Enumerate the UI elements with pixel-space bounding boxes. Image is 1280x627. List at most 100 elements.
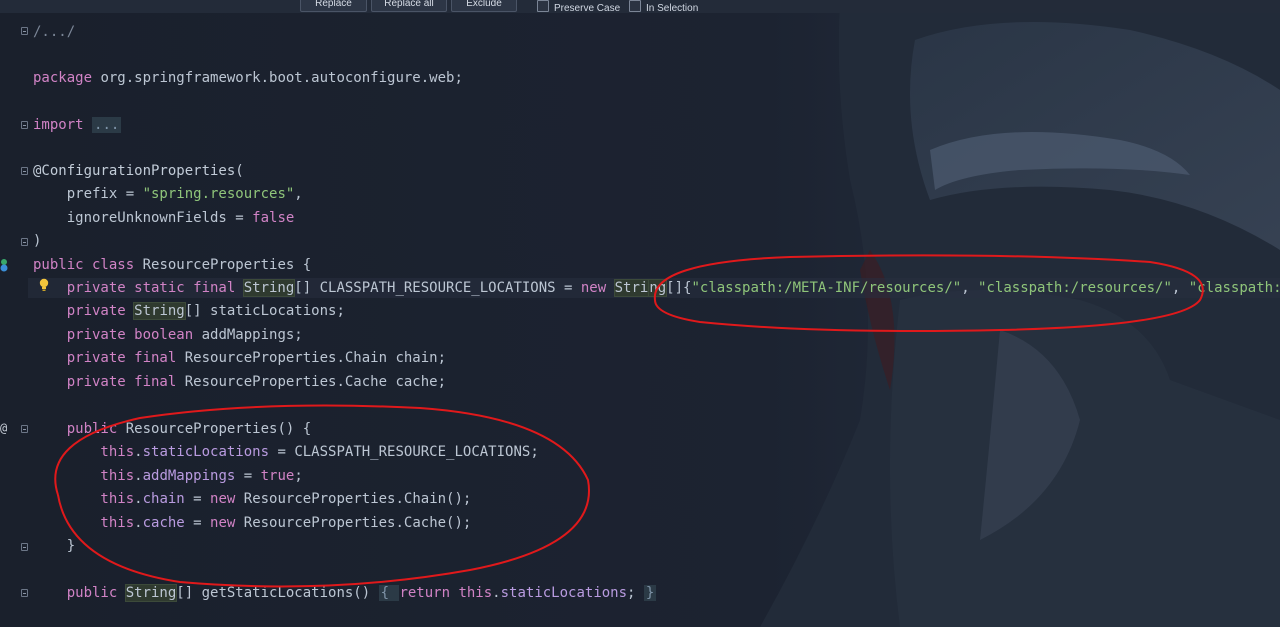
- field-ref: chain: [142, 491, 185, 507]
- punct: ,: [961, 280, 979, 296]
- folded-header-comment[interactable]: /.../: [33, 24, 75, 40]
- code-line: ignoreUnknownFields = false: [33, 208, 295, 228]
- punct: []{: [666, 280, 692, 296]
- keyword: this: [33, 515, 135, 531]
- in-selection-checkbox[interactable]: In Selection: [629, 0, 699, 14]
- field-ref: staticLocations: [500, 585, 628, 601]
- punct: .: [134, 491, 143, 507]
- punct: .: [134, 444, 143, 460]
- code-line: }: [33, 536, 75, 556]
- punct: ,: [294, 186, 303, 202]
- keyword: public: [33, 585, 126, 601]
- code-line: import ...: [33, 115, 122, 135]
- punct: ;: [294, 468, 303, 484]
- preserve-case-checkbox[interactable]: Preserve Case: [537, 0, 621, 14]
- code-line: package org.springframework.boot.autocon…: [33, 68, 463, 88]
- code-line: @ConfigurationProperties(: [33, 161, 244, 181]
- folded-imports[interactable]: ...: [92, 117, 122, 133]
- code-line: private boolean addMappings;: [33, 325, 303, 345]
- code-line: private final ResourceProperties.Chain c…: [33, 348, 446, 368]
- in-selection-label: In Selection: [646, 3, 699, 14]
- code-editor[interactable]: /.../ package org.springframework.boot.a…: [0, 0, 1280, 627]
- annotation-param: ignoreUnknownFields =: [33, 210, 253, 226]
- punct: .: [134, 515, 143, 531]
- code-line: public class ResourceProperties {: [33, 255, 311, 275]
- code-line-current: private static final String[] CLASSPATH_…: [28, 278, 1280, 298]
- keyword: import: [33, 117, 84, 133]
- type-highlight: String: [134, 303, 185, 319]
- field-declaration: [] staticLocations;: [184, 303, 345, 319]
- keyword: new: [210, 491, 236, 507]
- keyword: private static final: [33, 280, 244, 296]
- punct: =: [184, 515, 211, 531]
- string-literal: "classpath:/resources/": [978, 280, 1172, 296]
- preserve-case-label: Preserve Case: [554, 3, 621, 14]
- string-literal: "classpath:/stati: [1188, 280, 1280, 296]
- type-highlight: String: [125, 585, 177, 601]
- keyword: new: [580, 280, 615, 296]
- code-line: private String[] staticLocations;: [33, 301, 345, 321]
- lightbulb-icon[interactable]: [38, 278, 50, 292]
- keyword: private: [33, 303, 135, 319]
- class-declaration: ResourceProperties {: [134, 257, 312, 273]
- code-line: public ResourceProperties() {: [33, 419, 311, 439]
- folded-method-body[interactable]: }: [643, 585, 657, 601]
- keyword: private final: [33, 350, 177, 366]
- type-highlight: String: [243, 280, 295, 296]
- keyword: return this: [399, 585, 493, 601]
- code-line: prefix = "spring.resources",: [33, 184, 303, 204]
- punct: ): [33, 233, 42, 249]
- assignment: = CLASSPATH_RESOURCE_LOCATIONS;: [269, 444, 539, 460]
- annotation: @ConfigurationProperties(: [33, 163, 244, 179]
- punct: .: [492, 585, 501, 601]
- punct: ;: [627, 585, 644, 601]
- keyword: this: [33, 468, 135, 484]
- replace-button[interactable]: Replace: [300, 0, 367, 12]
- field-declaration: [] CLASSPATH_RESOURCE_LOCATIONS =: [294, 280, 581, 296]
- string-literal: "spring.resources": [142, 186, 295, 202]
- code-line: this.chain = new ResourceProperties.Chai…: [33, 489, 471, 509]
- constructor-declaration: ResourceProperties() {: [117, 421, 312, 437]
- annotation-param: prefix =: [33, 186, 143, 202]
- keyword: package: [33, 70, 93, 86]
- keyword: false: [252, 210, 295, 226]
- field-declaration: ResourceProperties.Chain chain;: [176, 350, 447, 366]
- keyword: private boolean: [33, 327, 194, 343]
- code-line: this.addMappings = true;: [33, 466, 303, 486]
- code-line: private final ResourceProperties.Cache c…: [33, 372, 446, 392]
- code-line: public String[] getStaticLocations() { r…: [33, 583, 657, 603]
- string-literal: "classpath:/META-INF/resources/": [691, 280, 962, 296]
- find-replace-bar: Replace Replace all Exclude Preserve Cas…: [0, 0, 1280, 14]
- checkbox-box: [629, 0, 641, 12]
- exclude-button[interactable]: Exclude: [451, 0, 517, 12]
- keyword: this: [33, 491, 135, 507]
- keyword: this: [33, 444, 135, 460]
- code-line: /.../: [33, 22, 75, 42]
- checkbox-box: [537, 0, 549, 12]
- type-highlight: Stri: [614, 280, 649, 296]
- folded-method-body[interactable]: {: [378, 585, 400, 601]
- assignment: ResourceProperties.Cache();: [235, 515, 472, 531]
- code-line: this.cache = new ResourceProperties.Cach…: [33, 513, 471, 533]
- punct: =: [184, 491, 211, 507]
- keyword: public: [33, 421, 118, 437]
- punct: .: [134, 468, 143, 484]
- field-ref: cache: [142, 515, 185, 531]
- punct: ,: [1171, 280, 1189, 296]
- keyword: true: [260, 468, 295, 484]
- punct: =: [235, 468, 261, 484]
- field-ref: staticLocations: [142, 444, 270, 460]
- method-declaration: [] getStaticLocations(): [176, 585, 379, 601]
- punct: }: [33, 538, 76, 554]
- keyword: new: [210, 515, 236, 531]
- type-highlight: ng: [649, 280, 667, 296]
- keyword: private final: [33, 374, 177, 390]
- field-declaration: addMappings;: [193, 327, 303, 343]
- code-line: ): [33, 231, 41, 251]
- keyword: public class: [33, 257, 135, 273]
- assignment: ResourceProperties.Chain();: [235, 491, 472, 507]
- field-declaration: ResourceProperties.Cache cache;: [176, 374, 447, 390]
- package-name: org.springframework.boot.autoconfigure.w…: [92, 70, 463, 86]
- field-ref: addMappings: [142, 468, 236, 484]
- replace-all-button[interactable]: Replace all: [371, 0, 447, 12]
